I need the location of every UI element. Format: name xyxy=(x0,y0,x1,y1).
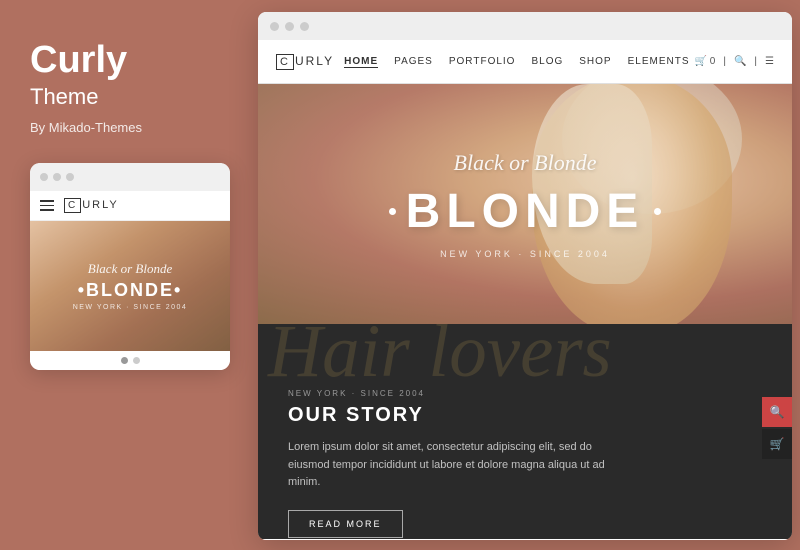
mobile-dot-1 xyxy=(40,173,48,181)
mobile-logo-box: C xyxy=(64,198,81,213)
desktop-preview: CURLY HOME PAGES PORTFOLIO BLOG SHOP ELE… xyxy=(258,12,792,540)
dark-eyebrow: NEW YORK · SINCE 2004 xyxy=(288,389,762,398)
floating-search-button[interactable]: 🔍 xyxy=(762,397,792,427)
mobile-hero-sub: NEW YORK · SINCE 2004 xyxy=(73,304,188,311)
mobile-pagination xyxy=(30,351,230,370)
nav-link-pages[interactable]: PAGES xyxy=(394,56,433,67)
mobile-hero-script: Black or Blonde xyxy=(88,261,172,277)
nav-link-home[interactable]: HOME xyxy=(344,56,378,68)
dark-content: NEW YORK · SINCE 2004 OUR STORY Lorem ip… xyxy=(288,349,762,538)
mobile-logo: CURLY xyxy=(64,198,119,213)
brand-author: By Mikado-Themes xyxy=(30,120,218,135)
nav-link-shop[interactable]: SHOP xyxy=(579,56,611,67)
desktop-dark-section: Hair lovers NEW YORK · SINCE 2004 OUR ST… xyxy=(258,324,792,539)
floating-search-icon: 🔍 xyxy=(770,405,785,420)
hero-main-text: BLONDE xyxy=(406,184,645,239)
mobile-dot-2 xyxy=(53,173,61,181)
mobile-topbar xyxy=(30,163,230,191)
nav-link-portfolio[interactable]: PORTFOLIO xyxy=(449,56,516,67)
separator: | xyxy=(723,56,726,67)
nav-link-blog[interactable]: BLOG xyxy=(531,56,563,67)
left-panel: Curly Theme By Mikado-Themes CURLY Black… xyxy=(0,0,248,550)
pagination-dot-2 xyxy=(133,357,140,364)
read-more-button[interactable]: READ MORE xyxy=(288,510,403,538)
floating-icons: 🔍 🛒 xyxy=(762,397,792,459)
mobile-hero: Black or Blonde •BLONDE• NEW YORK · SINC… xyxy=(30,221,230,351)
floating-cart-button[interactable]: 🛒 xyxy=(762,429,792,459)
hero-main-row: BLONDE xyxy=(389,184,662,239)
brand-subtitle: Theme xyxy=(30,84,218,110)
hero-sub-text: NEW YORK · SINCE 2004 xyxy=(440,249,610,259)
desktop-dot-2 xyxy=(285,22,294,31)
pagination-dot-1 xyxy=(121,357,128,364)
desktop-dot-1 xyxy=(270,22,279,31)
desktop-topbar xyxy=(258,12,792,40)
desktop-logo-box: C xyxy=(276,54,294,70)
nav-link-elements[interactable]: ELEMENTS xyxy=(628,56,690,67)
desktop-dot-3 xyxy=(300,22,309,31)
cart-icon[interactable]: 🛒 0 xyxy=(695,56,716,67)
desktop-nav-links: HOME PAGES PORTFOLIO BLOG SHOP ELEMENTS xyxy=(344,56,689,68)
hamburger-icon[interactable] xyxy=(40,200,54,211)
separator2: | xyxy=(754,56,757,67)
mobile-nav-bar: CURLY xyxy=(30,191,230,221)
dark-title: OUR STORY xyxy=(288,404,762,427)
hero-content: Black or Blonde BLONDE NEW YORK · SINCE … xyxy=(258,84,792,324)
mobile-hero-main: •BLONDE• xyxy=(78,280,183,301)
mobile-dot-3 xyxy=(66,173,74,181)
hero-bullet-right xyxy=(654,208,661,215)
desktop-site-logo: CURLY xyxy=(276,54,334,70)
hero-script-text: Black or Blonde xyxy=(454,150,597,176)
desktop-site-nav: CURLY HOME PAGES PORTFOLIO BLOG SHOP ELE… xyxy=(258,40,792,84)
search-icon[interactable]: 🔍 xyxy=(734,56,746,67)
desktop-hero: Black or Blonde BLONDE NEW YORK · SINCE … xyxy=(258,84,792,324)
brand-name: Curly xyxy=(30,40,218,82)
dark-body-text: Lorem ipsum dolor sit amet, consectetur … xyxy=(288,439,628,492)
menu-icon[interactable]: ☰ xyxy=(765,56,774,67)
mobile-preview: CURLY Black or Blonde •BLONDE• NEW YORK … xyxy=(30,163,230,370)
floating-cart-icon: 🛒 xyxy=(770,437,785,452)
desktop-nav-icons: 🛒 0 | 🔍 | ☰ xyxy=(695,56,774,67)
hero-bullet-left xyxy=(389,208,396,215)
